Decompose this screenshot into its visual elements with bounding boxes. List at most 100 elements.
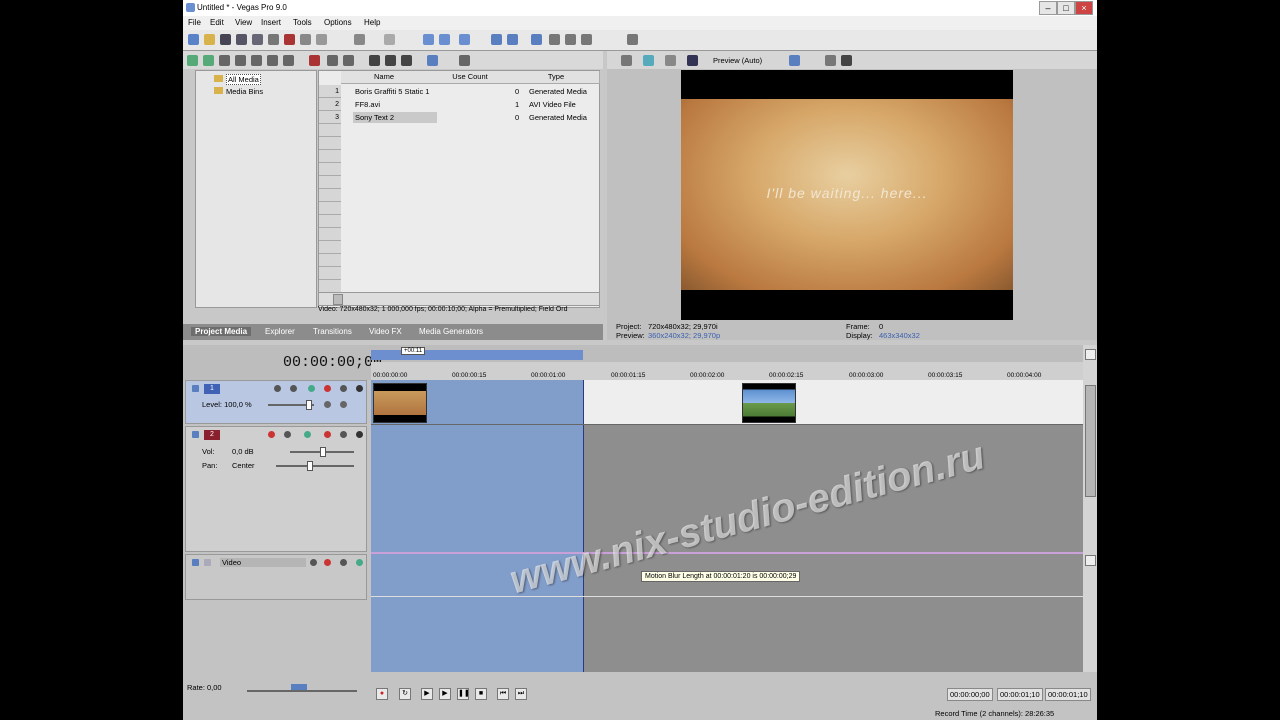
- composite-icon[interactable]: [308, 385, 315, 392]
- minimize-button[interactable]: –: [1039, 1, 1057, 15]
- close-button[interactable]: ×: [1075, 1, 1093, 15]
- whats-this-help-icon[interactable]: [627, 34, 638, 45]
- envelope-track-header[interactable]: Video: [185, 554, 367, 600]
- stop-media-icon[interactable]: [385, 55, 396, 66]
- solo-icon[interactable]: [340, 431, 347, 438]
- menu-edit[interactable]: Edit: [210, 18, 224, 27]
- auto-crossfade-icon[interactable]: [507, 34, 518, 45]
- import-media-icon[interactable]: [203, 55, 214, 66]
- go-to-start-button[interactable]: ⏮: [497, 688, 509, 700]
- audio-fx-icon[interactable]: [304, 431, 311, 438]
- video-clip-thumbnail[interactable]: [742, 383, 796, 423]
- play-button[interactable]: ▶: [439, 688, 451, 700]
- preview-properties-icon[interactable]: [621, 55, 632, 66]
- scroll-down-arrow[interactable]: [1085, 555, 1096, 566]
- solo-icon[interactable]: [340, 385, 347, 392]
- media-search-icon[interactable]: [459, 55, 470, 66]
- mute-icon[interactable]: [324, 385, 331, 392]
- new-icon[interactable]: [188, 34, 199, 45]
- stop-button[interactable]: ■: [475, 688, 487, 700]
- render-icon[interactable]: [252, 34, 263, 45]
- video-track-header[interactable]: 1 Level: 100,0 %: [185, 380, 367, 424]
- loop-playback-button[interactable]: ↻: [399, 688, 411, 700]
- menu-tools[interactable]: Tools: [293, 18, 312, 27]
- tab-explorer[interactable]: Explorer: [265, 327, 295, 336]
- mute-icon[interactable]: [340, 559, 347, 566]
- pan-slider-knob[interactable]: [307, 461, 313, 471]
- capture-video-icon[interactable]: [219, 55, 230, 66]
- rate-slider[interactable]: [247, 690, 357, 692]
- extract-audio-icon[interactable]: [251, 55, 262, 66]
- pause-button[interactable]: ❚❚: [457, 688, 470, 700]
- snapping-icon[interactable]: [491, 34, 502, 45]
- selection-start-timecode[interactable]: 00:00:00;00: [947, 688, 993, 701]
- fx-icon[interactable]: [324, 559, 331, 566]
- get-media-icon[interactable]: [235, 55, 246, 66]
- add-envelope-icon[interactable]: [356, 559, 363, 566]
- tree-item-all-media[interactable]: All Media: [226, 74, 261, 85]
- properties-icon[interactable]: [268, 34, 279, 45]
- ignore-grouping-icon[interactable]: [565, 34, 576, 45]
- time-ruler[interactable]: 00:00:00:00 00:00:00:15 00:00:01:00 00:0…: [371, 362, 1083, 381]
- media-row[interactable]: FF8.avi 1 AVI Video File: [341, 98, 599, 111]
- paste-icon[interactable]: [316, 34, 327, 45]
- mute-icon[interactable]: [324, 431, 331, 438]
- split-screen-icon[interactable]: [687, 55, 698, 66]
- menu-options[interactable]: Options: [324, 18, 352, 27]
- scroll-thumb[interactable]: [333, 294, 343, 305]
- scroll-thumb[interactable]: [1085, 385, 1096, 497]
- expand-track-icon[interactable]: [192, 431, 199, 438]
- views-icon[interactable]: [427, 55, 438, 66]
- get-photos-icon[interactable]: [267, 55, 278, 66]
- cursor-icon[interactable]: [356, 385, 363, 392]
- media-horizontal-scrollbar[interactable]: [318, 292, 600, 306]
- column-use-count[interactable]: Use Count: [427, 71, 514, 84]
- save-as-icon[interactable]: [236, 34, 247, 45]
- scroll-up-arrow[interactable]: [1085, 349, 1096, 360]
- volume-slider-knob[interactable]: [320, 447, 326, 457]
- tab-transitions[interactable]: Transitions: [313, 327, 352, 336]
- undo-icon[interactable]: [354, 34, 365, 45]
- video-fx-icon[interactable]: [665, 55, 676, 66]
- tab-media-generators[interactable]: Media Generators: [419, 327, 483, 336]
- selection-length-timecode[interactable]: 00:00:01;10: [1045, 688, 1091, 701]
- level-slider-knob[interactable]: [306, 400, 312, 410]
- menu-insert[interactable]: Insert: [261, 18, 281, 27]
- media-row[interactable]: Sony Text 2 0 Generated Media: [341, 111, 599, 124]
- media-fx-icon[interactable]: [343, 55, 354, 66]
- overlays-icon[interactable]: [789, 55, 800, 66]
- video-clip-thumbnail[interactable]: [373, 383, 427, 423]
- tab-project-media[interactable]: Project Media: [191, 327, 252, 336]
- media-properties-icon[interactable]: [327, 55, 338, 66]
- column-name[interactable]: Name: [341, 71, 428, 84]
- invert-phase-icon[interactable]: [284, 431, 291, 438]
- save-icon[interactable]: [220, 34, 231, 45]
- copy-icon[interactable]: [300, 34, 311, 45]
- remove-media-icon[interactable]: [309, 55, 320, 66]
- envelope-mode-icon[interactable]: [310, 559, 317, 566]
- redo-icon[interactable]: [384, 34, 395, 45]
- record-button[interactable]: ●: [376, 688, 388, 700]
- expand-track-icon[interactable]: [192, 559, 199, 566]
- selection-end-timecode[interactable]: 00:00:01;10: [997, 688, 1043, 701]
- play-media-icon[interactable]: [369, 55, 380, 66]
- timeline-vertical-scrollbar[interactable]: [1083, 345, 1097, 672]
- motion-icon[interactable]: [274, 385, 281, 392]
- lock-envelopes-icon[interactable]: [549, 34, 560, 45]
- menu-view[interactable]: View: [235, 18, 252, 27]
- column-type[interactable]: Type: [513, 71, 600, 84]
- fx-icon[interactable]: [290, 385, 297, 392]
- media-row[interactable]: Boris Graffiti 5 Static 1 0 Generated Me…: [341, 85, 599, 98]
- cut-icon[interactable]: [284, 34, 295, 45]
- cursor-icon[interactable]: [356, 431, 363, 438]
- envelope-edit-tool-icon[interactable]: [439, 34, 450, 45]
- menu-file[interactable]: File: [188, 18, 201, 27]
- zoom-icon[interactable]: [581, 34, 592, 45]
- normal-edit-tool-icon[interactable]: [423, 34, 434, 45]
- copy-snapshot-icon[interactable]: [825, 55, 836, 66]
- audio-track-header[interactable]: 2 Vol: 0,0 dB Pan: Center: [185, 426, 367, 552]
- bins-icon[interactable]: [187, 55, 198, 66]
- video-track-lane[interactable]: [583, 380, 1083, 424]
- play-from-start-button[interactable]: ▶: [421, 688, 433, 700]
- tab-video-fx[interactable]: Video FX: [369, 327, 402, 336]
